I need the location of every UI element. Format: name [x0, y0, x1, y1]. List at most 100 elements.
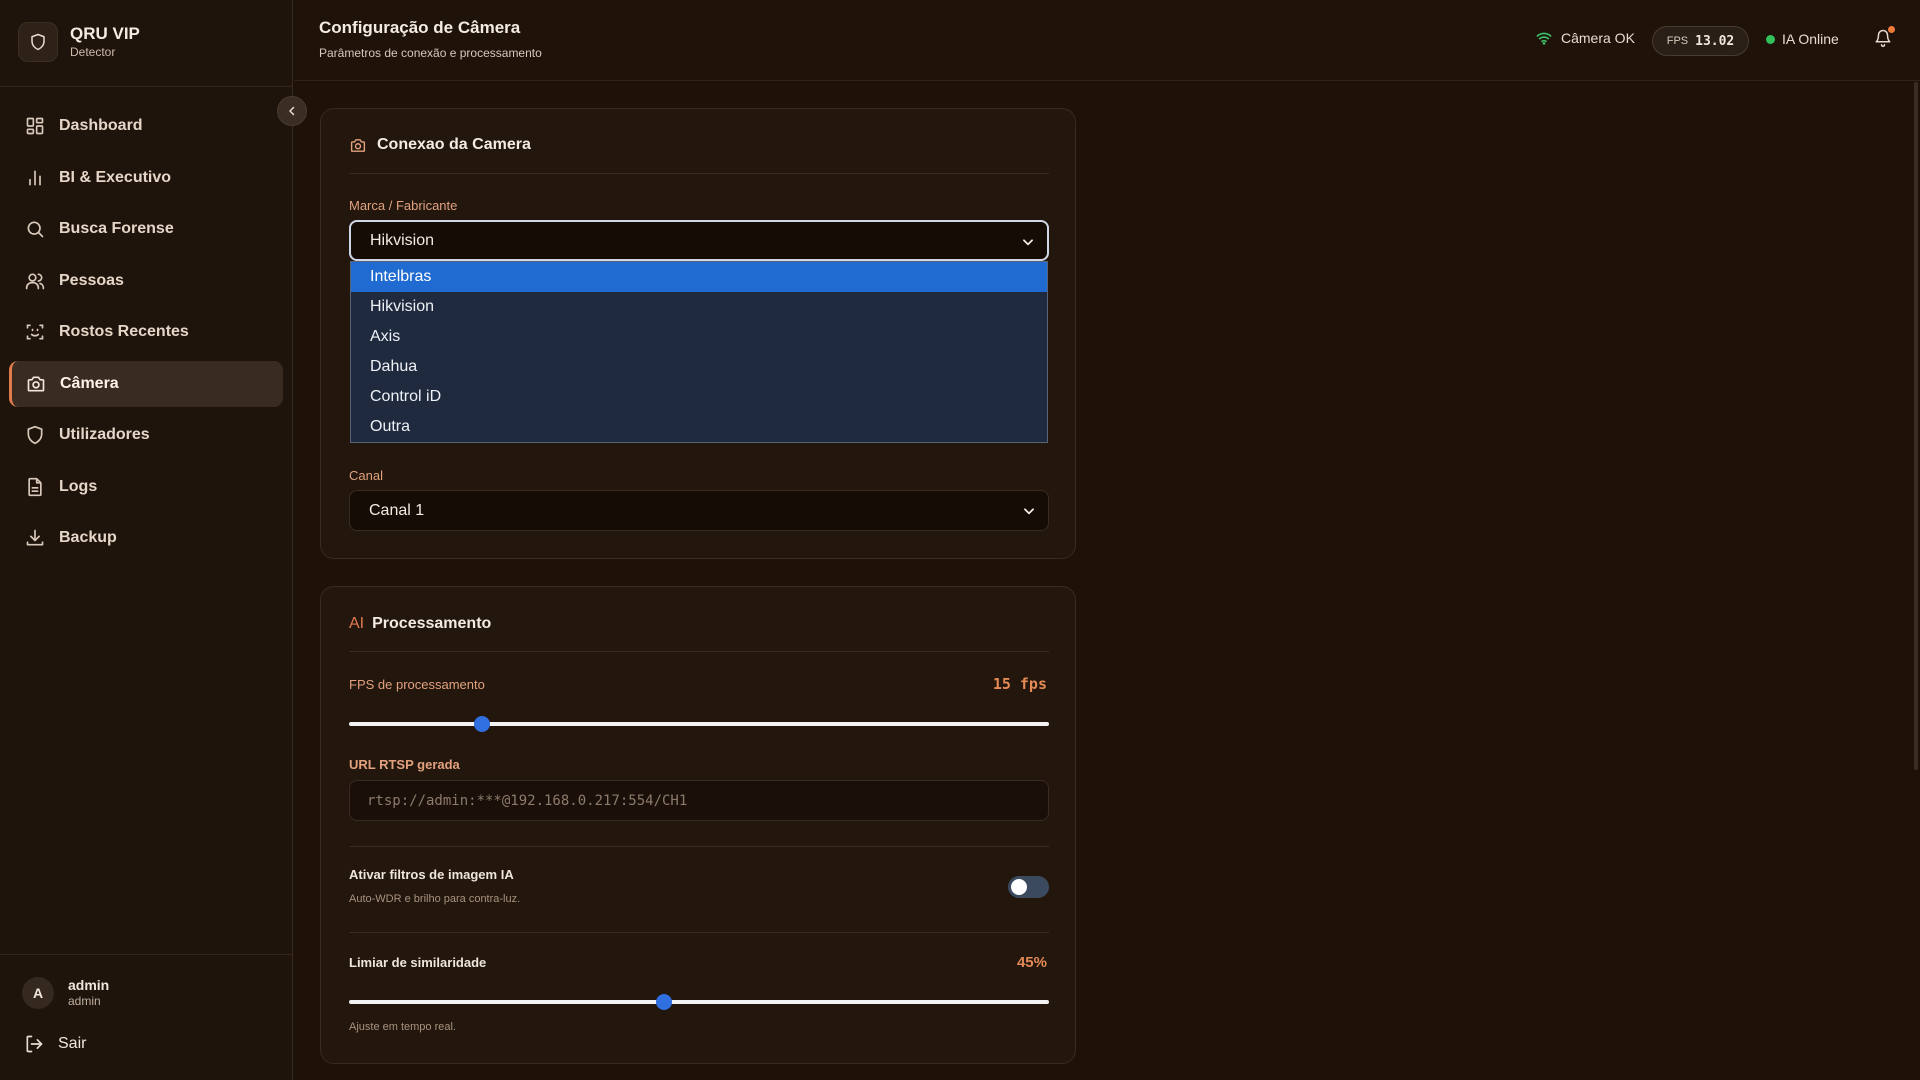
toggle-knob	[1011, 879, 1027, 895]
rtsp-url-value: rtsp://admin:***@192.168.0.217:554/CH1	[367, 792, 688, 809]
card-title: Conexao da Camera	[349, 136, 531, 154]
sidebar-item-label: Rostos Recentes	[59, 323, 189, 340]
sidebar-item-camera[interactable]: Câmera	[9, 360, 283, 407]
page-scrollbar[interactable]	[1914, 82, 1918, 770]
sidebar-item-label: Busca Forense	[59, 220, 174, 237]
sidebar-item-utilizadores[interactable]: Utilizadores	[9, 412, 283, 458]
brand-select-value: Hikvision	[370, 231, 435, 249]
fps-processing-value: 15 fps	[992, 675, 1047, 693]
brand-dropdown-list: Intelbras Hikvision Axis Dahua Control i…	[350, 261, 1048, 443]
rtsp-url-label: URL RTSP gerada	[349, 757, 460, 772]
status-dot-icon	[1766, 34, 1775, 44]
card-divider	[349, 173, 1049, 174]
dropdown-option-dahua[interactable]: Dahua	[351, 352, 1047, 382]
brand-select[interactable]: Hikvision	[349, 220, 1049, 261]
ai-filters-label: Ativar filtros de imagem IA	[349, 867, 514, 882]
dropdown-option-hikvision[interactable]: Hikvision	[351, 292, 1047, 322]
notifications-button[interactable]	[1874, 26, 1895, 48]
file-icon	[24, 476, 46, 498]
sidebar-item-label: Logs	[59, 477, 98, 495]
fps-processing-label: FPS de processamento	[349, 677, 485, 692]
download-icon	[24, 527, 46, 549]
user-profile[interactable]: A admin admin	[22, 977, 109, 1009]
sidebar-item-pessoas[interactable]: Pessoas	[9, 258, 283, 304]
ai-filters-toggle[interactable]	[1008, 876, 1049, 898]
card-divider	[349, 932, 1049, 933]
sidebar-item-label: Pessoas	[59, 271, 124, 289]
processing-card: AI Processamento FPS de processamento 15…	[320, 586, 1076, 1064]
card-title-text: Conexao da Camera	[377, 136, 531, 153]
face-scan-icon	[24, 321, 46, 343]
sidebar-item-label: BI & Executivo	[59, 168, 172, 186]
top-header: Configuração de Câmera Parâmetros de con…	[294, 0, 1920, 81]
similarity-slider-thumb[interactable]	[656, 994, 672, 1010]
users-icon	[24, 270, 46, 292]
similarity-hint: Ajuste em tempo real.	[349, 1021, 456, 1033]
fps-slider[interactable]	[349, 716, 1049, 732]
camera-status: Câmera OK	[1536, 30, 1635, 46]
channel-select-value: Canal 1	[369, 501, 425, 519]
dropdown-option-axis[interactable]: Axis	[351, 322, 1047, 352]
search-icon	[24, 218, 46, 240]
card-title: AI Processamento	[349, 615, 491, 633]
shield-icon	[24, 424, 46, 446]
sidebar-divider	[0, 954, 292, 955]
brand-label: Marca / Fabricante	[349, 198, 458, 213]
fps-slider-thumb[interactable]	[474, 716, 490, 732]
rtsp-url-field[interactable]: rtsp://admin:***@192.168.0.217:554/CH1	[349, 780, 1049, 821]
collapse-sidebar-button[interactable]	[277, 96, 307, 126]
user-role: admin	[68, 994, 101, 1008]
sidebar-item-label: Câmera	[60, 374, 119, 392]
sidebar-item-dashboard[interactable]: Dashboard	[9, 103, 283, 149]
chevron-down-icon	[1022, 504, 1036, 518]
sidebar-item-logs[interactable]: Logs	[9, 464, 283, 510]
dashboard-icon	[24, 115, 46, 137]
camera-status-text: Câmera OK	[1561, 30, 1635, 46]
ia-status: IA Online	[1766, 31, 1839, 47]
card-divider	[349, 846, 1049, 847]
sidebar-item-label: Dashboard	[59, 117, 143, 134]
sidebar: QRU VIP Detector Dashboard BI & Executiv…	[0, 0, 293, 1080]
sidebar-item-backup[interactable]: Backup	[9, 515, 283, 561]
page-title: Configuração de Câmera	[319, 18, 521, 37]
similarity-label: Limiar de similaridade	[349, 955, 487, 970]
avatar: A	[22, 977, 54, 1009]
card-divider	[349, 651, 1049, 652]
shield-icon	[18, 22, 58, 62]
camera-icon	[25, 373, 47, 395]
logout-label: Sair	[58, 1035, 87, 1052]
sidebar-item-label: Utilizadores	[59, 426, 150, 443]
fps-value: 13.02	[1695, 33, 1735, 49]
dropdown-option-intelbras[interactable]: Intelbras	[351, 262, 1047, 292]
ai-icon: AI	[349, 615, 365, 632]
dropdown-option-control-id[interactable]: Control iD	[351, 382, 1047, 412]
fps-label: FPS	[1666, 35, 1689, 47]
sidebar-item-busca-forense[interactable]: Busca Forense	[9, 206, 283, 252]
sidebar-item-label: Backup	[59, 529, 117, 546]
logout-button[interactable]: Sair	[24, 1034, 86, 1054]
sidebar-divider	[0, 86, 292, 87]
brand: QRU VIP Detector	[18, 22, 140, 62]
logout-icon	[24, 1034, 44, 1054]
channel-label: Canal	[349, 468, 383, 483]
ai-filters-hint: Auto-WDR e brilho para contra-luz.	[349, 893, 521, 905]
wifi-icon	[1536, 31, 1552, 45]
similarity-value: 45%	[1016, 954, 1047, 971]
bar-chart-icon	[24, 167, 46, 189]
page-subtitle: Parâmetros de conexão e processamento	[319, 46, 542, 60]
brand-name: QRU VIP	[70, 24, 140, 43]
camera-icon	[349, 137, 367, 154]
user-name: admin	[68, 977, 110, 993]
similarity-slider[interactable]	[349, 994, 1049, 1010]
channel-select[interactable]: Canal 1	[349, 490, 1049, 531]
ia-status-text: IA Online	[1782, 31, 1839, 47]
card-title-text: Processamento	[372, 615, 492, 632]
fps-badge: FPS 13.02	[1652, 26, 1749, 56]
notification-badge	[1888, 26, 1895, 33]
chevron-down-icon	[1021, 235, 1035, 249]
sidebar-item-rostos-recentes[interactable]: Rostos Recentes	[9, 309, 283, 355]
dropdown-option-outra[interactable]: Outra	[351, 412, 1047, 442]
chevron-left-icon	[286, 105, 298, 117]
sidebar-nav: Dashboard BI & Executivo Busca Forense P…	[9, 103, 283, 567]
sidebar-item-bi-executivo[interactable]: BI & Executivo	[9, 155, 283, 201]
